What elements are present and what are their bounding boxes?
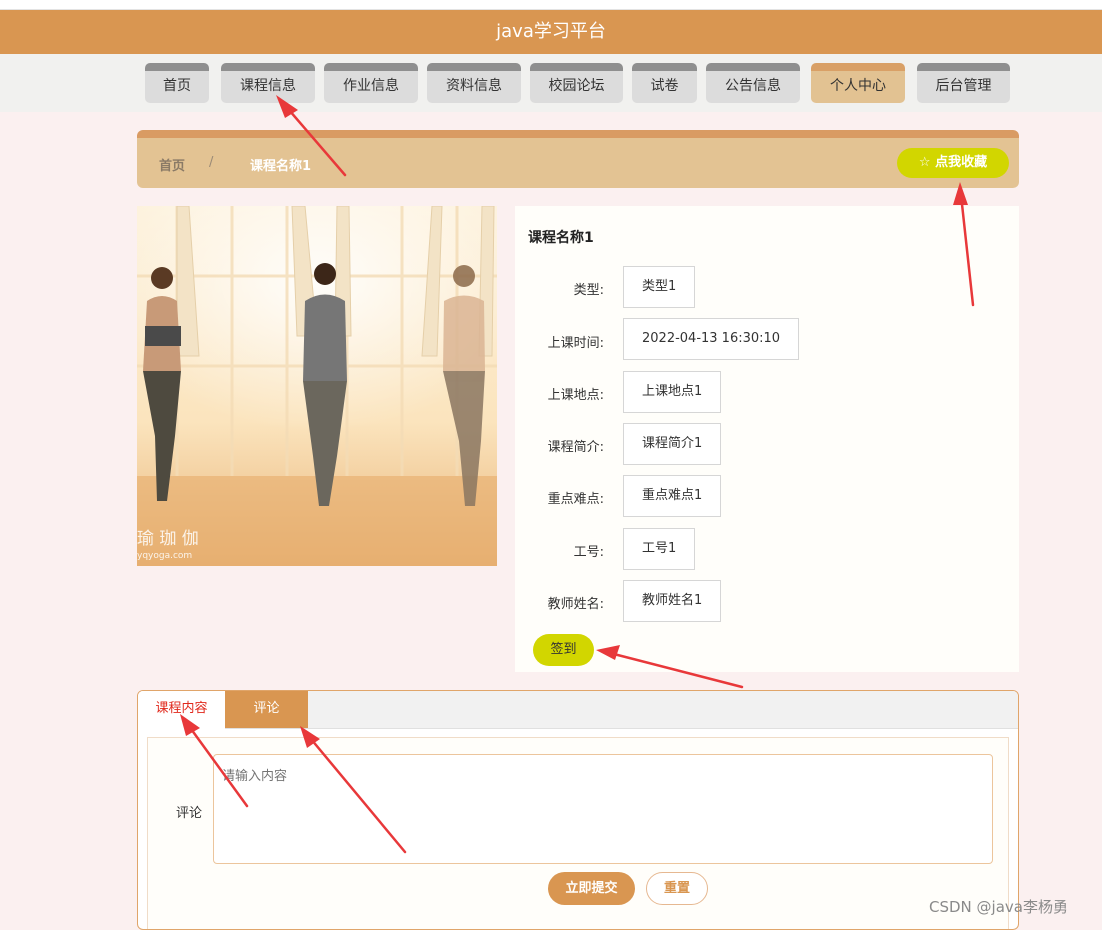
course-info-panel: 课程名称1 类型: 类型1 上课时间: 2022-04-13 16:30:10 … xyxy=(515,206,1019,672)
nav-item-home[interactable]: 首页 xyxy=(145,63,209,103)
tab-comments[interactable]: 评论 xyxy=(225,691,308,728)
breadcrumb-home-link[interactable]: 首页 xyxy=(159,155,185,174)
course-image: 瑜 珈 伽 yqyoga.com xyxy=(137,206,497,566)
field-label-type: 类型: xyxy=(573,283,604,298)
field-value-type: 类型1 xyxy=(623,266,696,308)
field-value-key-points: 重点难点1 xyxy=(623,475,722,517)
course-tabs: 课程内容 评论 评论 立即提交 重置 xyxy=(137,690,1019,930)
nav-item-course-info[interactable]: 课程信息 xyxy=(221,63,315,103)
field-value-location: 上课地点1 xyxy=(623,371,722,413)
app-title: java学习平台 xyxy=(0,10,1102,54)
field-value-employee-id: 工号1 xyxy=(623,528,696,570)
comment-label: 评论 xyxy=(176,806,203,821)
field-label-time: 上课时间: xyxy=(547,336,604,351)
course-title: 课程名称1 xyxy=(528,230,594,246)
breadcrumb-current: 课程名称1 xyxy=(250,159,312,174)
field-label-teacher-name: 教师姓名: xyxy=(547,597,604,612)
nav-item-personal-center[interactable]: 个人中心 xyxy=(811,63,905,103)
favorite-button[interactable]: ☆ 点我收藏 xyxy=(897,148,1009,178)
nav-item-exam[interactable]: 试卷 xyxy=(632,63,697,103)
nav-item-material-info[interactable]: 资料信息 xyxy=(427,63,521,103)
field-value-teacher-name: 教师姓名1 xyxy=(623,580,722,622)
photo-watermark-url: yqyoga.com xyxy=(137,551,192,561)
field-label-employee-id: 工号: xyxy=(573,545,604,560)
nav-item-forum[interactable]: 校园论坛 xyxy=(530,63,623,103)
comment-input[interactable] xyxy=(213,754,993,864)
field-label-key-points: 重点难点: xyxy=(547,492,604,507)
csdn-watermark: CSDN @java李杨勇 xyxy=(929,898,1068,916)
photo-watermark-text: 瑜 珈 伽 xyxy=(137,529,199,549)
field-value-intro: 课程简介1 xyxy=(623,423,722,465)
field-label-location: 上课地点: xyxy=(547,388,604,403)
field-label-intro: 课程简介: xyxy=(547,440,604,455)
yoga-photo-illustration: 瑜 珈 伽 yqyoga.com xyxy=(137,206,497,566)
nav-item-notice[interactable]: 公告信息 xyxy=(706,63,800,103)
reset-button[interactable]: 重置 xyxy=(646,872,708,905)
main-nav: 首页 课程信息 作业信息 资料信息 校园论坛 试卷 公告信息 个人中心 后台管理 xyxy=(0,54,1102,112)
submit-button[interactable]: 立即提交 xyxy=(548,872,635,905)
signin-button[interactable]: 签到 xyxy=(533,634,594,666)
breadcrumb-separator: / xyxy=(209,155,214,170)
nav-item-homework-info[interactable]: 作业信息 xyxy=(324,63,418,103)
field-value-time: 2022-04-13 16:30:10 xyxy=(623,318,800,360)
nav-item-admin[interactable]: 后台管理 xyxy=(917,63,1010,103)
tab-course-content[interactable]: 课程内容 xyxy=(138,691,225,729)
breadcrumb: 首页 / 课程名称1 ☆ 点我收藏 xyxy=(137,130,1019,188)
comment-form: 评论 立即提交 重置 xyxy=(147,737,1009,929)
top-border xyxy=(0,0,1102,10)
